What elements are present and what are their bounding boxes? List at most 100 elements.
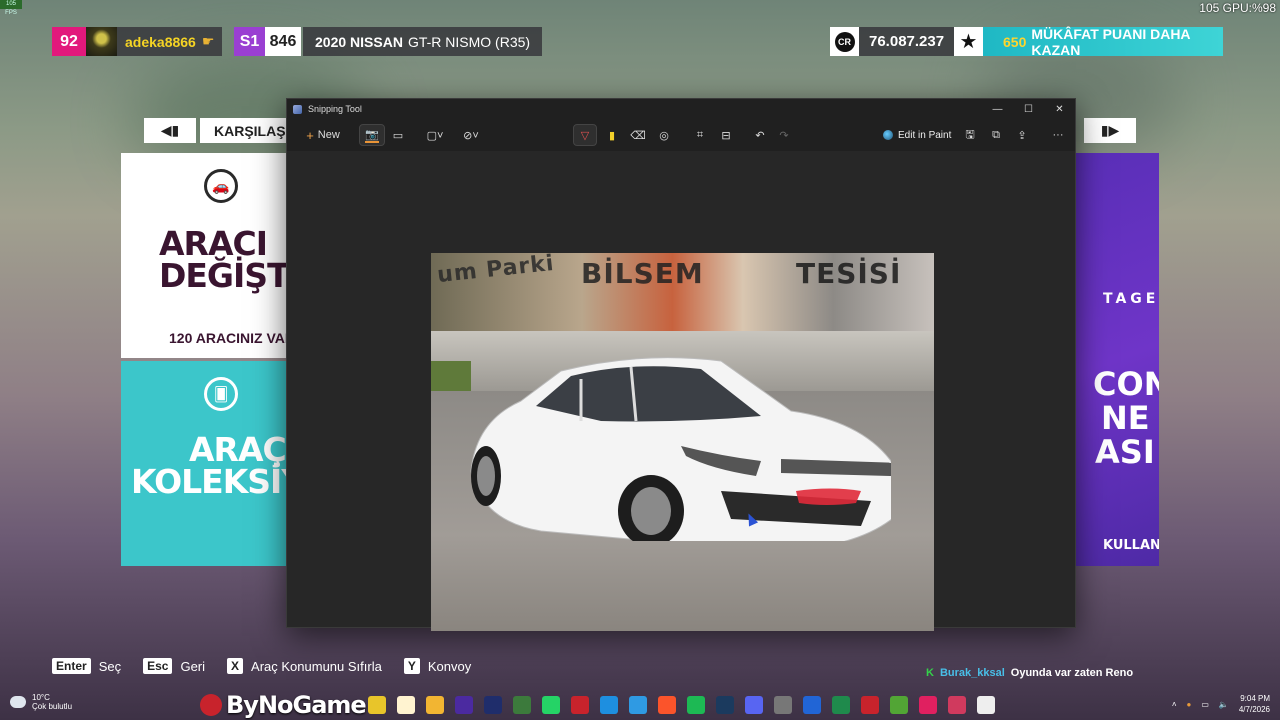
gpu-usage-text: 105 GPU:%98 [1199, 1, 1276, 15]
pen-tool-button[interactable]: ▽ [573, 124, 597, 146]
title-bar[interactable]: Snipping Tool — ☐ ✕ [287, 99, 1075, 119]
redo-button[interactable]: ↷ [773, 124, 795, 146]
taskbar-app-icon[interactable] [919, 696, 937, 714]
taskbar-app-icon[interactable] [948, 696, 966, 714]
highlighter-button[interactable]: ▮ [601, 124, 623, 146]
copy-button[interactable]: ⧉ [985, 124, 1007, 146]
taskbar-app-icon[interactable] [774, 696, 792, 714]
delay-dropdown[interactable]: ⊘˅ [457, 124, 485, 146]
esc-key[interactable]: Esc [143, 658, 173, 674]
taskbar-app-icon[interactable] [745, 696, 763, 714]
canvas-area[interactable]: um Parki BİLSEM TESİSİ [287, 151, 1075, 631]
weather-widget[interactable]: 10°C Çok bulutlu [10, 693, 72, 711]
paint-icon [883, 130, 893, 140]
rectangle-icon: ▢˅ [426, 129, 444, 142]
bynogame-logo: ByNoGame [200, 691, 367, 719]
share-button[interactable]: ⇪ [1011, 124, 1033, 146]
reward-panel[interactable]: ★ 650 MÜKÂFAT PUANI DAHA KAZAN [954, 26, 1223, 58]
edit-in-paint-button[interactable]: Edit in Paint [883, 124, 951, 146]
convoy-hint: Konvoy [427, 658, 472, 674]
new-label: New [317, 129, 340, 141]
taskbar-app-icon[interactable] [426, 696, 444, 714]
car-collection-tile[interactable]: 🂠 ARAÇ KOLEKSİYON [121, 361, 287, 566]
taskbar-app-icon[interactable] [803, 696, 821, 714]
taskbar-app-icon[interactable] [397, 696, 415, 714]
fps-counter: 105 FPS [0, 0, 22, 16]
pen-icon: ▽ [580, 129, 590, 142]
chevron-up-icon[interactable]: ˄ [1172, 700, 1177, 709]
x-key[interactable]: X [227, 658, 244, 674]
username-panel: adeka8866 ☛ [117, 27, 223, 56]
reset-position-hint: Araç Konumunu Sıfırla [251, 658, 382, 674]
taskbar-app-icon[interactable] [977, 696, 995, 714]
taskbar-app-icon[interactable] [368, 696, 386, 714]
taskbar-app-icon[interactable] [542, 696, 560, 714]
video-icon: ▭ [392, 129, 404, 142]
timer-icon: ⊘˅ [463, 129, 479, 142]
car-class-value: 846 [265, 27, 301, 56]
snipping-tool-icon [293, 104, 302, 114]
tile-line-2: CON [1093, 365, 1159, 403]
prev-icon: ◀▮ [160, 122, 180, 138]
weather-desc: Çok bulutlu [32, 702, 73, 711]
next-tab-button[interactable]: ▮▶ [1084, 118, 1136, 143]
screenshot-mode-button[interactable]: 📷 [359, 124, 385, 146]
taskbar-app-icon[interactable] [861, 696, 879, 714]
taskbar-app-icon[interactable] [571, 696, 589, 714]
more-icon: ··· [1052, 129, 1064, 141]
taskbar-app-icon[interactable] [687, 696, 705, 714]
crop-button[interactable]: ⌗ [689, 124, 711, 146]
player-panel: 92 adeka8866 ☛ [52, 27, 223, 56]
video-mode-button[interactable]: ▭ [387, 124, 409, 146]
y-key[interactable]: Y [403, 658, 420, 674]
taskbar-app-icon[interactable] [658, 696, 676, 714]
avatar [86, 27, 117, 56]
hand-icon: ☛ [201, 33, 215, 49]
right-menu-tile[interactable]: TAGE CON NE ASI KULLAN [1075, 153, 1159, 566]
enter-key[interactable]: Enter [52, 658, 91, 674]
taskbar-app-icon[interactable] [832, 696, 850, 714]
minimize-button[interactable]: — [982, 99, 1013, 119]
select-hint: Seç [98, 658, 122, 674]
taskbar-app-icon[interactable] [890, 696, 908, 714]
prev-tab-button[interactable]: ◀▮ [144, 118, 196, 143]
shapes-icon: ◎ [659, 129, 669, 142]
maximize-button[interactable]: ☐ [1013, 99, 1044, 119]
undo-icon: ↶ [755, 129, 765, 142]
back-hint: Geri [180, 658, 206, 674]
eraser-button[interactable]: ⌫ [627, 124, 649, 146]
change-car-tile[interactable]: 🚗 ARACI DEĞİŞTİR 120 ARACINIZ VAR [121, 153, 287, 358]
snip-shape-dropdown[interactable]: ▢˅ [421, 124, 449, 146]
toolbar: + New 📷 ▭ ▢˅ ⊘˅ ▽ ▮ ⌫ ◎ ⌗ ⊟ ↶ ↷ Edit in … [287, 121, 1075, 149]
brand-text: ByNoGame [226, 691, 367, 719]
undo-button[interactable]: ↶ [749, 124, 771, 146]
mic-icon[interactable]: ● [1186, 700, 1191, 709]
taskbar-app-icon[interactable] [600, 696, 618, 714]
camera-icon: 📷 [365, 128, 379, 143]
more-button[interactable]: ··· [1047, 124, 1069, 146]
car-class-letter: S1 [234, 27, 265, 56]
save-button[interactable]: 🖫 [959, 124, 981, 146]
taskbar-app-icon[interactable] [484, 696, 502, 714]
close-button[interactable]: ✕ [1044, 99, 1075, 119]
credits-value: 76.087.237 [859, 27, 955, 56]
taskbar-app-icon[interactable] [629, 696, 647, 714]
tile-line-1: TAGE [1103, 291, 1159, 307]
new-button[interactable]: + New [299, 124, 347, 146]
text-actions-button[interactable]: ⊟ [715, 124, 737, 146]
shapes-button[interactable]: ◎ [653, 124, 675, 146]
clock[interactable]: 9:04 PM 4/7/2026 [1239, 693, 1270, 715]
plus-icon: + [306, 127, 314, 143]
cloud-icon [10, 696, 26, 708]
captured-photo[interactable]: um Parki BİLSEM TESİSİ [431, 253, 934, 631]
taskbar-app-icon[interactable] [513, 696, 531, 714]
network-icon[interactable]: ▭ [1201, 700, 1209, 709]
taskbar-app-icon[interactable] [455, 696, 473, 714]
volume-icon[interactable]: 🔈 [1219, 700, 1229, 709]
change-car-title-2: DEĞİŞTİR [159, 256, 287, 295]
taskbar-app-icon[interactable] [716, 696, 734, 714]
eraser-icon: ⌫ [630, 129, 646, 142]
snipping-tool-window[interactable]: Snipping Tool — ☐ ✕ + New 📷 ▭ ▢˅ ⊘˅ ▽ ▮ … [286, 98, 1076, 631]
star-icon: ★ [954, 27, 983, 56]
tab-karsilasma[interactable]: KARŞILAŞMA [200, 118, 290, 143]
